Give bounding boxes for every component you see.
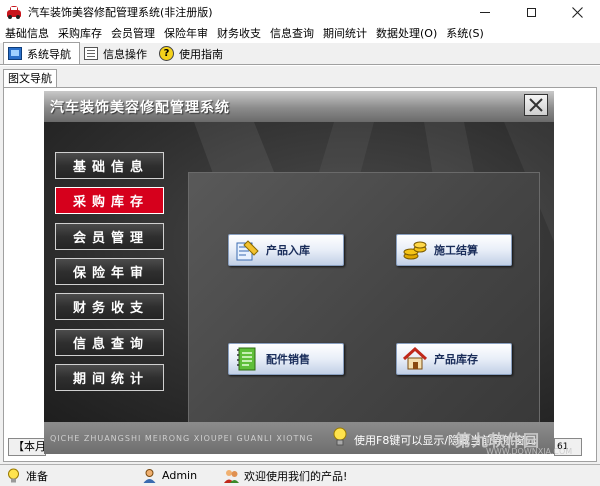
menu-query[interactable]: 信息查询 [265, 24, 318, 43]
side-button-label: 基础信息 [73, 160, 150, 175]
status-ready-section: 准备 [0, 465, 136, 486]
settlement-button[interactable]: 施工结算 [396, 234, 512, 266]
tab-info-ops[interactable]: 信息操作 [80, 43, 155, 64]
user-icon [142, 468, 157, 483]
status-user: Admin [162, 469, 198, 482]
menu-insurance[interactable]: 保险年审 [159, 24, 212, 43]
side-button-label: 信息查询 [73, 337, 150, 352]
watermark-url: WWW.DOWNXIA.COM [486, 447, 573, 456]
side-button-label: 保险年审 [73, 266, 150, 281]
side-button-label: 会员管理 [73, 231, 150, 246]
side-button-label: 财务收支 [73, 301, 150, 316]
side-button-label: 期间统计 [73, 372, 150, 387]
menu-bar: 基础信息 采购库存 会员管理 保险年审 财务收支 信息查询 期间统计 数据处理(… [0, 24, 600, 43]
notebook-icon [234, 346, 260, 372]
status-ready: 准备 [26, 469, 48, 483]
action-panel: 产品入库 施工结算 配件销售 产品库存 [188, 172, 540, 439]
maximize-button[interactable] [508, 0, 554, 24]
status-welcome: 欢迎使用我们的产品! [244, 469, 348, 483]
status-welcome-section: 欢迎使用我们的产品! [218, 465, 347, 486]
menu-member[interactable]: 会员管理 [106, 24, 159, 43]
users-group-icon [224, 468, 239, 483]
side-button-insurance[interactable]: 保险年审 [55, 258, 164, 285]
monitor-icon [8, 47, 22, 60]
title-bar: 汽车装饰美容修配管理系统(非注册版) [0, 0, 600, 24]
side-button-query[interactable]: 信息查询 [55, 329, 164, 356]
stock-in-button[interactable]: 产品入库 [228, 234, 344, 266]
settlement-label: 施工结算 [434, 244, 478, 257]
menu-purchase-stock[interactable]: 采购库存 [53, 24, 106, 43]
tab-user-guide-label: 使用指南 [179, 47, 223, 61]
close-icon [529, 98, 543, 112]
close-icon [571, 6, 583, 18]
navigation-window: 汽车装饰美容修配管理系统 基础信息 采购库存 会员管理 保险年审 财务收支 信息… [44, 91, 554, 454]
maximize-icon [526, 7, 536, 17]
parts-sales-button[interactable]: 配件销售 [228, 343, 344, 375]
menu-statistics[interactable]: 期间统计 [318, 24, 371, 43]
menu-basic-info[interactable]: 基础信息 [0, 24, 53, 43]
help-icon: ? [159, 46, 174, 61]
navigation-window-titlebar: 汽车装饰美容修配管理系统 [44, 91, 554, 122]
tab-user-guide[interactable]: ? 使用指南 [155, 43, 231, 64]
minimize-button[interactable] [462, 0, 508, 24]
close-button[interactable] [554, 0, 600, 24]
side-button-member[interactable]: 会员管理 [55, 223, 164, 250]
navigation-background: 基础信息 采购库存 会员管理 保险年审 财务收支 信息查询 期间统计 产品入库 … [44, 122, 554, 439]
house-icon [402, 346, 428, 372]
product-stock-label: 产品库存 [434, 353, 478, 366]
toolbar: 系统导航 信息操作 ? 使用指南 [0, 42, 600, 65]
navigation-close-button[interactable] [524, 94, 548, 116]
menu-system[interactable]: 系统(S) [441, 24, 488, 43]
stock-in-icon [234, 237, 260, 263]
status-bar: 准备 Admin 欢迎使用我们的产品! [0, 464, 600, 486]
lightbulb-icon [332, 427, 348, 447]
side-button-purchase-stock[interactable]: 采购库存 [55, 187, 164, 214]
stock-in-label: 产品入库 [266, 244, 310, 257]
side-button-statistics[interactable]: 期间统计 [55, 364, 164, 391]
coins-icon [402, 237, 428, 263]
tab-info-ops-label: 信息操作 [103, 47, 147, 61]
navigation-window-title: 汽车装饰美容修配管理系统 [50, 100, 230, 116]
minimize-icon [480, 11, 490, 13]
footer-pinyin: QICHE ZHUANGSHI MEIRONG XIOUPEI GUANLI X… [50, 434, 314, 443]
background-grid-label: 【本月 [8, 438, 46, 456]
window-title: 汽车装饰美容修配管理系统(非注册版) [28, 6, 213, 19]
status-user-section: Admin [136, 465, 218, 486]
side-button-label: 采购库存 [73, 195, 150, 210]
side-button-basic-info[interactable]: 基础信息 [55, 152, 164, 179]
parts-sales-label: 配件销售 [266, 353, 310, 366]
document-icon [84, 47, 98, 60]
side-button-finance[interactable]: 财务收支 [55, 293, 164, 320]
car-app-icon [6, 5, 22, 19]
menu-finance[interactable]: 财务收支 [212, 24, 265, 43]
window-controls [462, 0, 600, 24]
tab-system-nav[interactable]: 系统导航 [3, 42, 80, 64]
menu-data[interactable]: 数据处理(O) [371, 24, 441, 43]
tab-system-nav-label: 系统导航 [27, 47, 71, 61]
ready-lightbulb-icon [6, 468, 21, 483]
tab-graphic-nav[interactable]: 图文导航 [3, 69, 57, 87]
product-stock-button[interactable]: 产品库存 [396, 343, 512, 375]
